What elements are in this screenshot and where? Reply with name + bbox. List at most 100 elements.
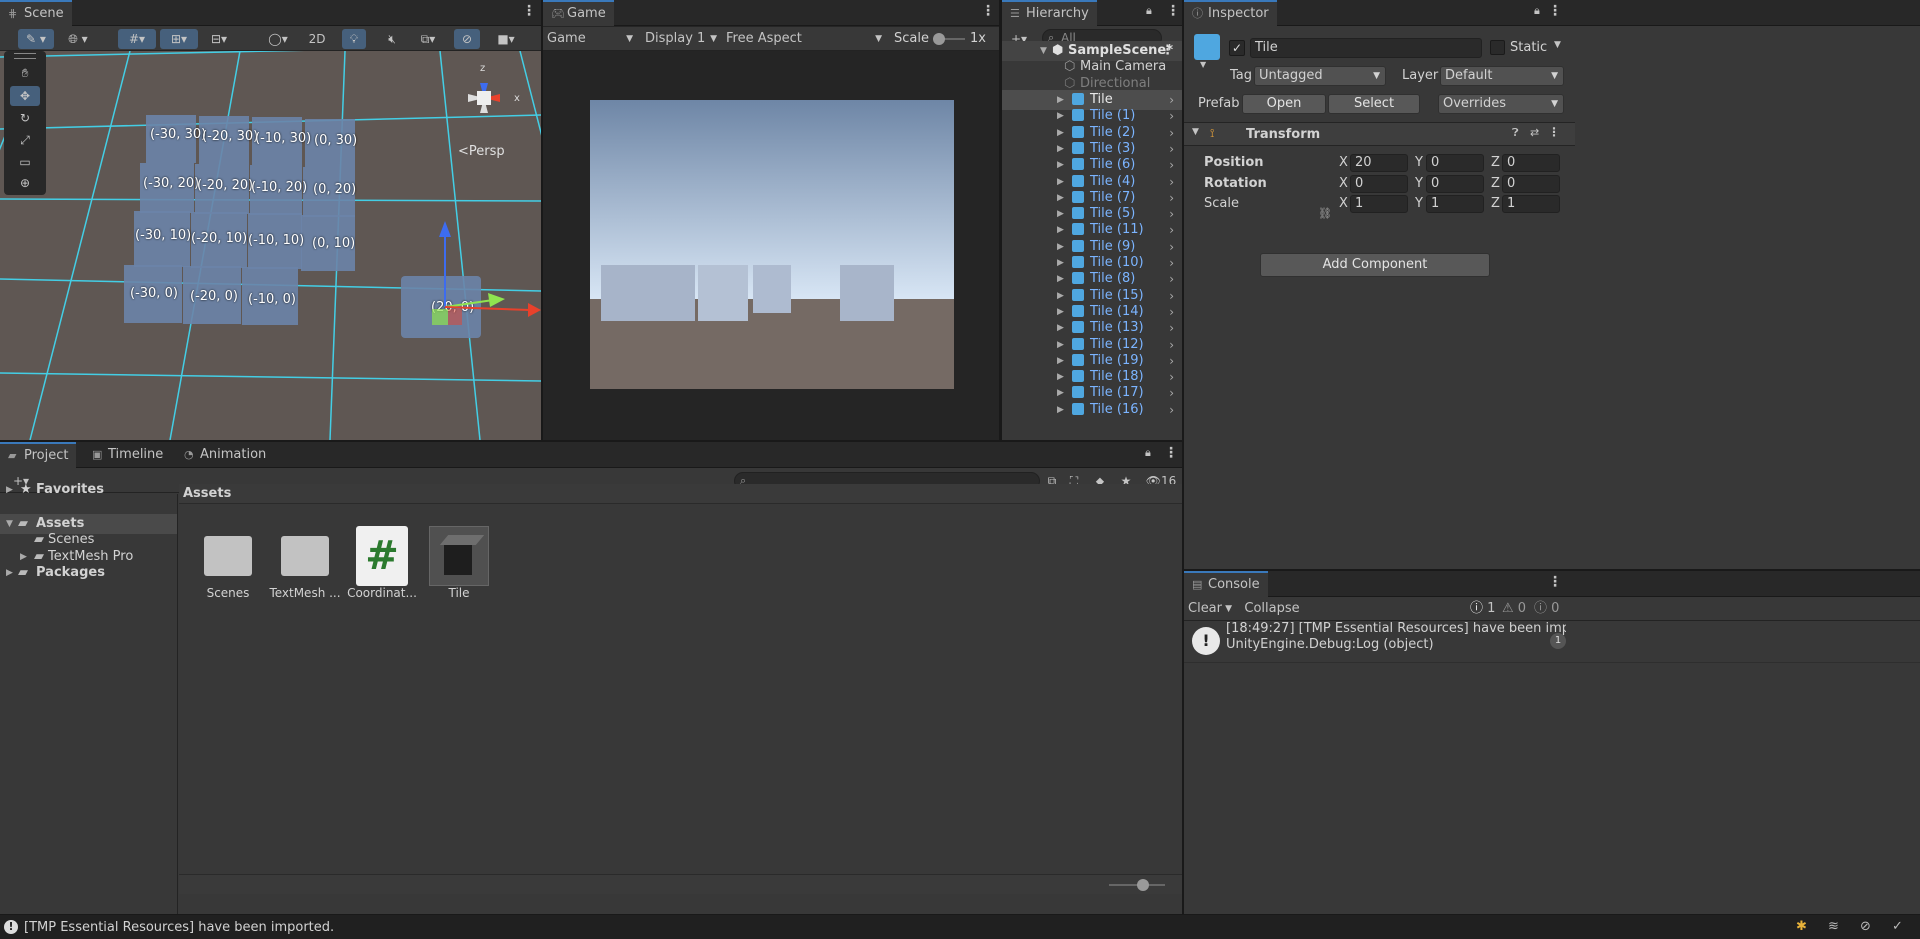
grid-snap-button[interactable]: #▾	[118, 29, 156, 49]
audio-icon[interactable]: 🔇︎	[380, 29, 404, 49]
transform-tool-icon[interactable]: ⊕	[10, 173, 40, 193]
breadcrumb-assets[interactable]: Assets	[183, 486, 231, 501]
lock-icon[interactable]: 🔒︎	[1534, 4, 1540, 18]
move-tool-icon[interactable]: ✥	[10, 86, 40, 106]
tab-timeline[interactable]: ▣ Timeline	[84, 442, 171, 468]
axis-label-x[interactable]: X	[1339, 155, 1348, 170]
chevron-right-icon[interactable]: ›	[1169, 400, 1174, 420]
transform-rotation-y-field[interactable]: 0	[1426, 174, 1484, 193]
game-menu-icon[interactable]: ⋮	[981, 3, 995, 19]
lock-icon[interactable]: 🔒︎	[1145, 446, 1151, 460]
debug-bug-icon[interactable]: ✱	[1796, 919, 1807, 934]
scale-tool-icon[interactable]: ⤢	[10, 130, 40, 150]
transform-position-x-field[interactable]: 20	[1350, 154, 1408, 172]
chevron-down-icon[interactable]: ▼	[1554, 40, 1561, 50]
effects-icon[interactable]: ⧉▾	[410, 29, 446, 49]
icon-size-slider-thumb[interactable]	[1137, 879, 1149, 891]
game-viewport[interactable]	[590, 100, 954, 389]
error-count-toggle[interactable]: ⓘ 0	[1534, 599, 1559, 619]
clear-button[interactable]: Clear ▼	[1184, 599, 1236, 619]
transform-position-z-field[interactable]: 0	[1502, 154, 1560, 172]
info-count-toggle[interactable]: ⓘ 1	[1470, 599, 1495, 619]
prefab-open-button[interactable]: Open	[1242, 94, 1326, 114]
shading-mode-button[interactable]: ◯▾	[258, 29, 298, 49]
collapse-button[interactable]: Collapse	[1238, 599, 1306, 619]
overlay-handle-icon[interactable]	[14, 53, 36, 59]
axis-label-z[interactable]: Z	[1491, 176, 1500, 191]
axis-label-y[interactable]: Y	[1415, 196, 1423, 211]
camera-icon[interactable]: ■▾	[486, 29, 526, 49]
tab-animation[interactable]: ◔ Animation	[176, 442, 274, 468]
lock-icon[interactable]: 🔒︎	[1146, 4, 1152, 18]
draw-mode-button[interactable]: ✎ ▾	[18, 29, 54, 49]
warning-count-toggle[interactable]: ⚠ 0	[1502, 599, 1526, 619]
active-checkbox[interactable]: ✓	[1229, 40, 1245, 56]
hidden-objects-icon[interactable]: ⊘	[454, 29, 480, 49]
tab-inspector[interactable]: ⓘ Inspector	[1184, 0, 1277, 26]
perspective-label[interactable]: <Persp	[458, 144, 505, 159]
network-icon[interactable]: ⊘	[1860, 919, 1871, 934]
expand-triangle-icon[interactable]: ▶	[1057, 400, 1064, 420]
axis-label-y[interactable]: Y	[1415, 155, 1423, 170]
expand-triangle-icon[interactable]: ▶	[6, 563, 13, 583]
tab-game[interactable]: 🎮︎ Game	[543, 0, 614, 26]
tab-scene[interactable]: ⋕ Scene	[0, 0, 72, 26]
scale-slider[interactable]	[933, 33, 965, 45]
transform-scale-z-field[interactable]: 1	[1502, 195, 1560, 213]
help-icon[interactable]: ❓︎	[1512, 126, 1519, 140]
component-menu-icon[interactable]: ⋮	[1548, 125, 1560, 139]
prefab-select-button[interactable]: Select	[1328, 94, 1420, 114]
static-checkbox[interactable]	[1490, 40, 1505, 55]
aspect-dropdown[interactable]: Free Aspect ▼	[722, 29, 886, 49]
scale-slider-thumb[interactable]	[933, 33, 945, 45]
increment-snap-button[interactable]: ⊟▾	[200, 29, 238, 49]
tag-dropdown[interactable]: Untagged ▼	[1254, 66, 1386, 86]
axis-label-z[interactable]: Z	[1491, 155, 1500, 170]
transform-rotation-x-field[interactable]: 0	[1350, 174, 1408, 193]
hierarchy-menu-icon[interactable]: ⋮	[1166, 3, 1180, 19]
layer-dropdown[interactable]: Default ▼	[1440, 66, 1564, 86]
status-message[interactable]: [TMP Essential Resources] have been impo…	[24, 920, 334, 935]
axis-label-y[interactable]: Y	[1415, 176, 1423, 191]
transform-rotation-z-field[interactable]: 0	[1502, 174, 1560, 193]
add-component-button[interactable]: Add Component	[1260, 253, 1490, 277]
hierarchy-item-tile[interactable]: ▶ Tile (16) ›	[1002, 400, 1182, 420]
lighting-icon[interactable]: 💡︎	[342, 29, 366, 49]
foldout-icon[interactable]: ▼	[1192, 127, 1199, 137]
console-entry[interactable]: ! [18:49:27] [TMP Essential Resources] h…	[1184, 621, 1920, 663]
transform-scale-y-field[interactable]: 1	[1426, 195, 1484, 213]
tab-project[interactable]: ▰ Project	[0, 442, 77, 468]
tree-item-favorites[interactable]: ▶ ★ Favorites	[0, 480, 177, 500]
game-mode-dropdown[interactable]: Game ▼	[543, 29, 637, 49]
display-dropdown[interactable]: Display 1 ▼	[641, 29, 721, 49]
axis-label-z[interactable]: Z	[1491, 196, 1500, 211]
preset-icon[interactable]: ⇄	[1530, 126, 1539, 139]
transform-header[interactable]: ▼ ⟟ Transform ❓︎ ⇄ ⋮	[1184, 122, 1575, 146]
hand-tool-icon[interactable]: ✋︎	[10, 63, 40, 83]
console-menu-icon[interactable]: ⋮	[1548, 574, 1562, 590]
object-name-field[interactable]: Tile	[1250, 38, 1482, 58]
prefab-overrides-dropdown[interactable]: Overrides ▼	[1438, 94, 1564, 114]
icon-size-slider[interactable]	[1109, 879, 1165, 891]
scene-viewport[interactable]: (-30, 30) (-20, 30) (-10, 30) (0, 30) (-…	[0, 51, 541, 440]
scene-menu-icon[interactable]: ⋮	[522, 3, 536, 19]
check-icon[interactable]: ✓	[1892, 919, 1903, 934]
tab-console[interactable]: ▤ Console	[1184, 571, 1268, 597]
scale-link-icon[interactable]: ⛓︎	[1318, 207, 1332, 220]
rotate-tool-icon[interactable]: ↻	[10, 108, 40, 128]
chevron-down-icon[interactable]: ▼	[1200, 60, 1206, 69]
toggle-2d-button[interactable]: 2D	[304, 29, 330, 49]
globe-icon[interactable]: 🌐︎ ▾	[60, 29, 96, 49]
transform-position-y-field[interactable]: 0	[1426, 154, 1484, 172]
layers-icon[interactable]: ≋	[1828, 919, 1839, 934]
tab-hierarchy[interactable]: ☰ Hierarchy	[1002, 0, 1097, 26]
transform-scale-x-field[interactable]: 1	[1350, 195, 1408, 213]
grid-visibility-button[interactable]: ⊞▾	[160, 29, 198, 49]
axis-label-x[interactable]: X	[1339, 196, 1348, 211]
project-menu-icon[interactable]: ⋮	[1164, 445, 1178, 461]
tree-item-packages[interactable]: ▶ ▰ Packages	[0, 563, 177, 583]
expand-triangle-icon[interactable]: ▶	[6, 480, 13, 500]
rect-tool-icon[interactable]: ▭	[10, 152, 40, 172]
axis-label-x[interactable]: X	[1339, 176, 1348, 191]
inspector-menu-icon[interactable]: ⋮	[1548, 3, 1562, 19]
